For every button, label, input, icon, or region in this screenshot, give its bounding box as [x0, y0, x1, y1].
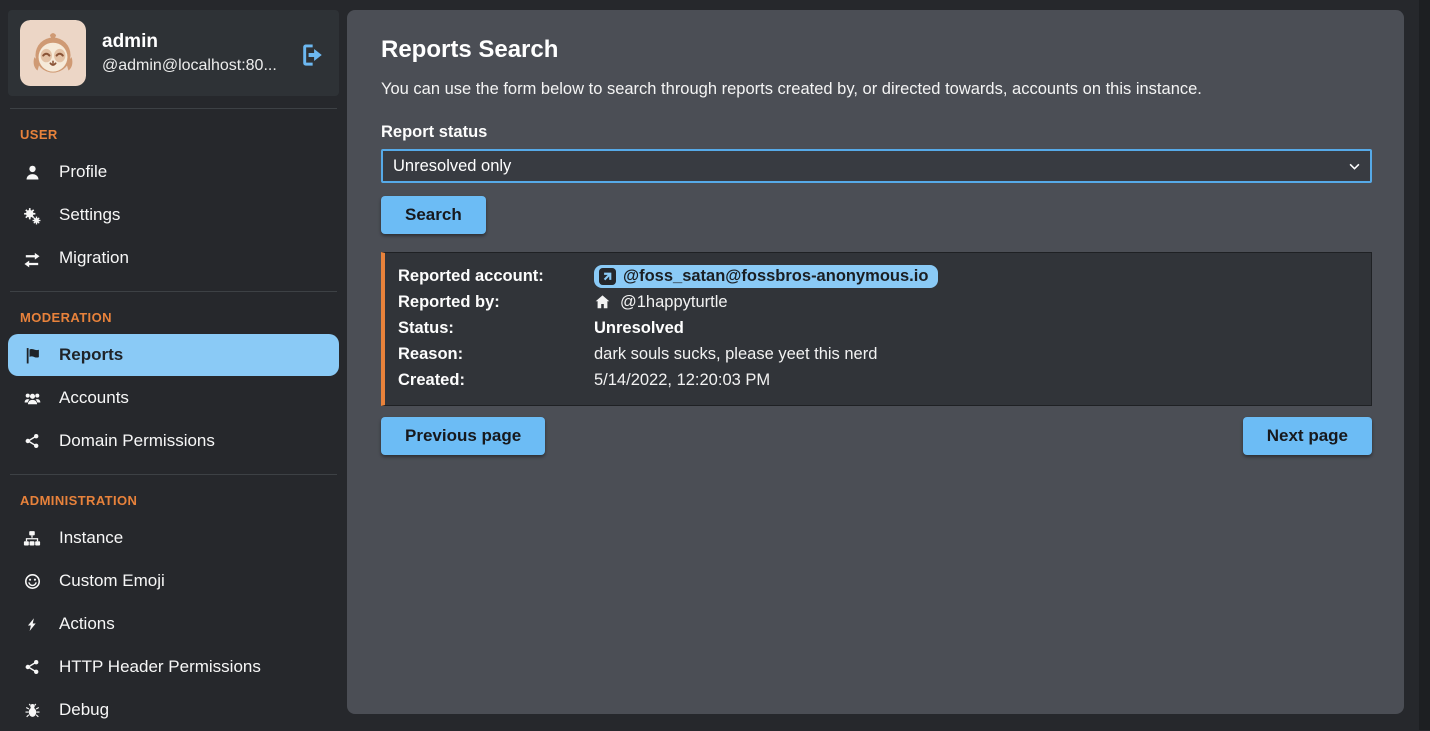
- sidebar-item-settings[interactable]: Settings: [8, 194, 339, 236]
- user-handle: @admin@localhost:80...: [102, 57, 277, 75]
- chevron-down-icon: [1349, 163, 1360, 170]
- sidebar-item-label: Reports: [59, 345, 123, 365]
- sloth-avatar: [20, 20, 86, 86]
- report-reason-value: dark souls sucks, please yeet this nerd: [594, 345, 1357, 364]
- report-row-status: Status: Unresolved: [398, 315, 1357, 341]
- next-page-button[interactable]: Next page: [1243, 417, 1372, 455]
- divider: [10, 474, 337, 475]
- report-row-reason: Reason: dark souls sucks, please yeet th…: [398, 341, 1357, 367]
- row-label: Reported account:: [398, 267, 594, 286]
- sign-out-icon[interactable]: [299, 42, 325, 68]
- window-scrollbar[interactable]: [1419, 0, 1430, 730]
- reported-account-handle: @foss_satan@fossbros-anonymous.io: [623, 267, 928, 286]
- divider: [10, 291, 337, 292]
- report-row-created: Created: 5/14/2022, 12:20:03 PM: [398, 367, 1357, 393]
- user-info: admin @admin@localhost:80...: [102, 31, 277, 75]
- users-icon: [22, 390, 42, 407]
- transfer-arrows-icon: [22, 250, 42, 267]
- gears-icon: [22, 207, 42, 224]
- report-status-label: Report status: [381, 123, 1372, 142]
- row-label: Created:: [398, 371, 594, 390]
- share-nodes-icon: [22, 659, 42, 676]
- row-label: Status:: [398, 319, 594, 338]
- sidebar-item-label: Instance: [59, 528, 123, 548]
- page-title: Reports Search: [381, 36, 1372, 64]
- user-name: admin: [102, 31, 277, 53]
- previous-page-button[interactable]: Previous page: [381, 417, 545, 455]
- page-description: You can use the form below to search thr…: [381, 80, 1372, 99]
- row-label: Reason:: [398, 345, 594, 364]
- section-label-administration: ADMINISTRATION: [8, 487, 339, 516]
- sidebar-item-reports[interactable]: Reports: [8, 334, 339, 376]
- sitemap-icon: [22, 530, 42, 547]
- sidebar-item-label: Accounts: [59, 388, 129, 408]
- sidebar-item-custom-emoji[interactable]: Custom Emoji: [8, 560, 339, 602]
- report-status-selected-value: Unresolved only: [393, 157, 511, 176]
- flag-icon: [22, 347, 42, 364]
- sidebar-item-accounts[interactable]: Accounts: [8, 377, 339, 419]
- divider: [10, 108, 337, 109]
- share-nodes-icon: [22, 433, 42, 450]
- report-status-value: Unresolved: [594, 319, 1357, 338]
- smiley-icon: [22, 573, 42, 590]
- bolt-icon: [22, 616, 42, 633]
- reported-by-handle: @1happyturtle: [620, 293, 728, 312]
- sidebar-item-label: Settings: [59, 205, 120, 225]
- sidebar-item-http-header-permissions[interactable]: HTTP Header Permissions: [8, 646, 339, 688]
- reports-search-panel: Reports Search You can use the form belo…: [347, 10, 1404, 714]
- sidebar-item-domain-permissions[interactable]: Domain Permissions: [8, 420, 339, 462]
- sidebar-item-label: Debug: [59, 700, 109, 720]
- user-card[interactable]: admin @admin@localhost:80...: [8, 10, 339, 96]
- section-label-user: USER: [8, 121, 339, 150]
- row-label: Reported by:: [398, 293, 594, 312]
- sidebar-item-label: Profile: [59, 162, 107, 182]
- section-label-moderation: MODERATION: [8, 304, 339, 333]
- bug-icon: [22, 702, 42, 719]
- sidebar-item-actions[interactable]: Actions: [8, 603, 339, 645]
- pagination: Previous page Next page: [381, 417, 1372, 455]
- sidebar-item-label: HTTP Header Permissions: [59, 657, 261, 677]
- external-link-icon: [599, 268, 616, 285]
- search-button[interactable]: Search: [381, 196, 486, 234]
- report-card[interactable]: Reported account: @foss_satan@fossbros-a…: [381, 252, 1372, 406]
- report-row-reported-account: Reported account: @foss_satan@fossbros-a…: [398, 263, 1357, 289]
- report-status-select[interactable]: Unresolved only: [381, 149, 1372, 183]
- sidebar-item-debug[interactable]: Debug: [8, 689, 339, 731]
- sidebar-item-migration[interactable]: Migration: [8, 237, 339, 279]
- user-icon: [22, 164, 42, 181]
- sidebar-item-label: Migration: [59, 248, 129, 268]
- sidebar-item-profile[interactable]: Profile: [8, 151, 339, 193]
- report-created-value: 5/14/2022, 12:20:03 PM: [594, 371, 1357, 390]
- sidebar-item-label: Actions: [59, 614, 115, 634]
- sidebar-item-label: Custom Emoji: [59, 571, 165, 591]
- sidebar-item-label: Domain Permissions: [59, 431, 215, 451]
- sidebar-item-instance[interactable]: Instance: [8, 517, 339, 559]
- report-row-reported-by: Reported by: @1happyturtle: [398, 289, 1357, 315]
- sidebar: admin @admin@localhost:80... USER Profil…: [0, 0, 347, 730]
- home-icon: [594, 294, 612, 310]
- reported-account-link[interactable]: @foss_satan@fossbros-anonymous.io: [594, 265, 938, 288]
